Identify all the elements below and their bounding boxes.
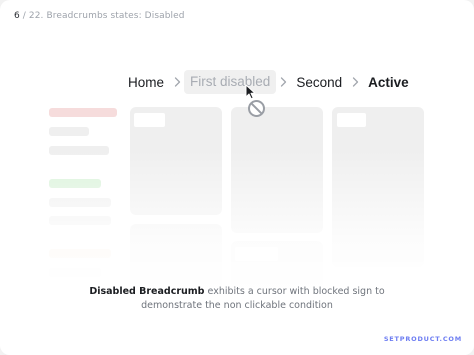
page-separator: / bbox=[22, 11, 26, 21]
caption-line-2: demonstrate the non clickable condition bbox=[141, 300, 333, 311]
breadcrumb-item-home[interactable]: Home bbox=[122, 75, 170, 90]
caption-rest: exhibits a cursor with blocked sign to bbox=[204, 286, 385, 297]
skeleton-card-tag bbox=[337, 113, 366, 127]
brand-label[interactable]: SETPRODUCT.COM bbox=[384, 335, 462, 343]
section-title: 22. Breadcrumbs states: Disabled bbox=[28, 11, 185, 21]
breadcrumb-item-active: Active bbox=[368, 74, 409, 90]
caption: Disabled Breadcrumb exhibits a cursor wi… bbox=[0, 285, 474, 313]
breadcrumb-item-second[interactable]: Second bbox=[290, 75, 348, 90]
blocked-sign-icon bbox=[247, 99, 266, 122]
breadcrumb: Home First disabled Second Active bbox=[122, 69, 415, 95]
fade-overlay bbox=[0, 150, 474, 355]
slide-header: 6 / 22. Breadcrumbs states: Disabled bbox=[14, 11, 185, 21]
chevron-right-icon bbox=[170, 77, 184, 87]
skeleton-bar bbox=[49, 127, 89, 136]
caption-bold: Disabled Breadcrumb bbox=[89, 286, 205, 297]
page-number: 6 bbox=[14, 11, 20, 21]
slide-card: 6 / 22. Breadcrumbs states: Disabled Hom… bbox=[0, 0, 474, 355]
chevron-right-icon bbox=[276, 77, 290, 87]
skeleton-bar bbox=[49, 108, 117, 117]
breadcrumb-item-first-disabled: First disabled bbox=[184, 70, 277, 94]
skeleton-card-tag bbox=[134, 113, 165, 127]
chevron-right-icon bbox=[348, 77, 362, 87]
caption-line-1: Disabled Breadcrumb exhibits a cursor wi… bbox=[0, 285, 474, 299]
